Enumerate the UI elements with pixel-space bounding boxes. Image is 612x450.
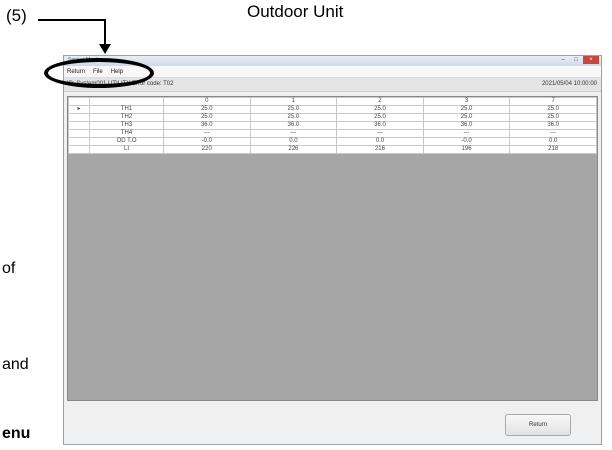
column-header <box>67 97 91 106</box>
table-cell: --- <box>509 129 597 138</box>
table-cell: 36.0 <box>249 121 338 130</box>
maximize-button[interactable]: □ <box>570 56 582 64</box>
table-cell: 0.0 <box>249 137 338 146</box>
row-label: OD T.O <box>89 137 165 146</box>
table-cell: 25.0 <box>509 113 597 122</box>
table-cell: 25.0 <box>249 113 338 122</box>
row-selector-icon[interactable] <box>67 145 91 154</box>
table-cell: 218 <box>509 145 597 154</box>
return-button[interactable]: Return <box>505 414 571 436</box>
table-cell: 25.0 <box>509 105 597 114</box>
table-cell: 196 <box>422 145 511 154</box>
data-table: 0 1 2 3 7 ▸ TH1 25.0 25.0 25.0 25.0 25.0 TH2 25.… <box>67 97 597 154</box>
table-cell: 36.0 <box>163 121 251 130</box>
row-label: TH1 <box>89 105 165 114</box>
table-cell: --- <box>163 129 251 138</box>
table-cell: -0.0 <box>163 137 251 146</box>
table-cell: 0.0 <box>509 137 597 146</box>
row-selector-icon[interactable] <box>67 137 91 146</box>
table-cell: 216 <box>336 145 424 154</box>
table-cell: 25.0 <box>163 113 251 122</box>
table-cell: 36.0 <box>422 121 511 130</box>
table-row[interactable]: TH2 25.0 25.0 25.0 25.0 25.0 <box>67 113 597 122</box>
row-label: LI <box>89 145 165 154</box>
column-header: 0 <box>163 97 251 106</box>
table-row[interactable]: ▸ TH1 25.0 25.0 25.0 25.0 25.0 <box>67 105 597 114</box>
table-cell: 25.0 <box>422 113 511 122</box>
app-window: Service Monitor – □ × Return File Help I… <box>63 55 602 445</box>
table-cell: 25.0 <box>336 105 424 114</box>
row-selector-icon[interactable] <box>67 121 91 130</box>
minimize-button[interactable]: – <box>557 56 569 64</box>
row-selector-icon[interactable] <box>67 129 91 138</box>
row-selector-icon[interactable] <box>67 113 91 122</box>
menu-highlight-ellipse <box>44 58 154 88</box>
column-header: 2 <box>336 97 424 106</box>
column-header: 7 <box>509 97 597 106</box>
table-row[interactable]: TH3 36.0 36.0 36.0 36.0 36.0 <box>67 121 597 130</box>
table-row[interactable]: LI 220 226 216 196 218 <box>67 145 597 154</box>
row-label: TH2 <box>89 113 165 122</box>
table-cell: 226 <box>249 145 338 154</box>
table-row[interactable]: OD T.O -0.0 0.0 0.0 -0.0 0.0 <box>67 137 597 146</box>
column-header <box>89 97 165 106</box>
table-cell: 220 <box>163 145 251 154</box>
table-cell: 0.0 <box>336 137 424 146</box>
table-cell: 25.0 <box>249 105 338 114</box>
close-button[interactable]: × <box>583 56 599 64</box>
table-cell: -0.0 <box>422 137 511 146</box>
column-header: 3 <box>422 97 511 106</box>
table-cell: 36.0 <box>509 121 597 130</box>
table-cell: 25.0 <box>163 105 251 114</box>
table-cell: 25.0 <box>422 105 511 114</box>
table-header-row: 0 1 2 3 7 <box>67 97 597 106</box>
timestamp: 2021/05/04 10:00:00 <box>541 81 597 87</box>
table-cell: 25.0 <box>336 113 424 122</box>
table-cell: --- <box>249 129 338 138</box>
row-selector-icon[interactable]: ▸ <box>67 105 91 114</box>
row-label: TH3 <box>89 121 165 130</box>
table-cell: --- <box>422 129 511 138</box>
row-label: TH4 <box>89 129 165 138</box>
table-row[interactable]: TH4 --- --- --- --- --- <box>67 129 597 138</box>
column-header: 1 <box>249 97 338 106</box>
table-cell: --- <box>336 129 424 138</box>
table-cell: 36.0 <box>336 121 424 130</box>
data-grid: 0 1 2 3 7 ▸ TH1 25.0 25.0 25.0 25.0 25.0 TH2 25.… <box>67 96 598 401</box>
